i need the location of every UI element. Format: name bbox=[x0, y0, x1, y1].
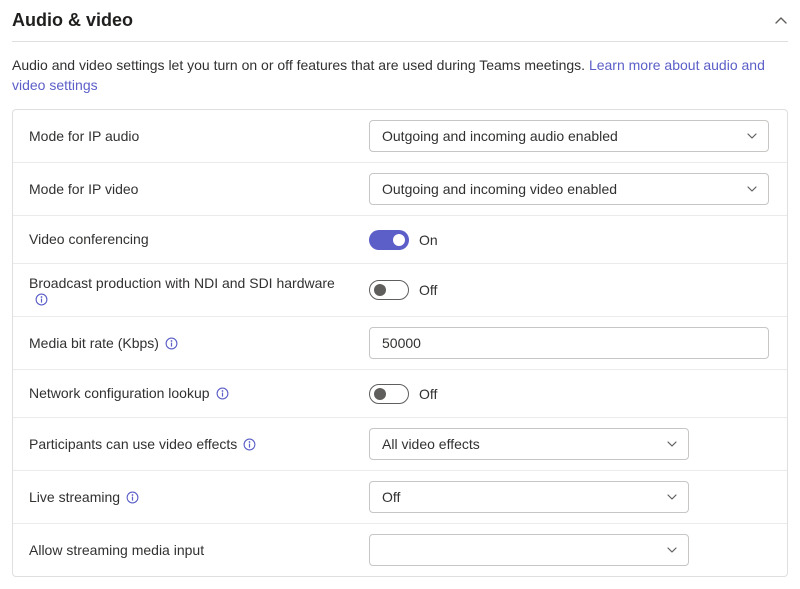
toggle-state-label: Off bbox=[419, 282, 437, 298]
select-streaming-media-input[interactable] bbox=[369, 534, 689, 566]
input-media-bit-rate[interactable] bbox=[369, 327, 769, 359]
chevron-up-icon[interactable] bbox=[774, 14, 788, 28]
label-broadcast-production: Broadcast production with NDI and SDI ha… bbox=[29, 274, 369, 306]
toggle-state-label: Off bbox=[419, 386, 437, 402]
select-value: Outgoing and incoming video enabled bbox=[382, 181, 617, 197]
select-value: All video effects bbox=[382, 436, 480, 452]
info-icon[interactable] bbox=[126, 491, 139, 504]
select-live-streaming[interactable]: Off bbox=[369, 481, 689, 513]
chevron-down-icon bbox=[666, 491, 678, 503]
row-ip-audio-mode: Mode for IP audio Outgoing and incoming … bbox=[13, 110, 787, 162]
section-intro: Audio and video settings let you turn on… bbox=[12, 56, 788, 95]
select-value: Off bbox=[382, 489, 400, 505]
select-video-effects[interactable]: All video effects bbox=[369, 428, 689, 460]
chevron-down-icon bbox=[746, 183, 758, 195]
row-media-bit-rate: Media bit rate (Kbps) bbox=[13, 316, 787, 369]
row-video-conferencing: Video conferencing On bbox=[13, 215, 787, 263]
chevron-down-icon bbox=[666, 438, 678, 450]
info-icon[interactable] bbox=[216, 387, 229, 400]
row-streaming-media-input: Allow streaming media input bbox=[13, 523, 787, 576]
chevron-down-icon bbox=[666, 544, 678, 556]
row-video-effects: Participants can use video effects All v… bbox=[13, 417, 787, 470]
select-ip-audio-mode[interactable]: Outgoing and incoming audio enabled bbox=[369, 120, 769, 152]
info-icon[interactable] bbox=[165, 337, 178, 350]
section-header: Audio & video bbox=[12, 6, 788, 42]
settings-panel: Mode for IP audio Outgoing and incoming … bbox=[12, 109, 788, 577]
select-ip-video-mode[interactable]: Outgoing and incoming video enabled bbox=[369, 173, 769, 205]
row-network-lookup: Network configuration lookup Off bbox=[13, 369, 787, 417]
toggle-video-conferencing[interactable] bbox=[369, 230, 409, 250]
label-video-conferencing: Video conferencing bbox=[29, 230, 369, 249]
row-live-streaming: Live streaming Off bbox=[13, 470, 787, 523]
label-media-bit-rate: Media bit rate (Kbps) bbox=[29, 334, 369, 353]
select-value: Outgoing and incoming audio enabled bbox=[382, 128, 618, 144]
toggle-broadcast-production[interactable] bbox=[369, 280, 409, 300]
section-title: Audio & video bbox=[12, 10, 133, 31]
info-icon[interactable] bbox=[243, 438, 256, 451]
label-live-streaming: Live streaming bbox=[29, 488, 369, 507]
info-icon[interactable] bbox=[35, 293, 48, 306]
chevron-down-icon bbox=[746, 130, 758, 142]
intro-text: Audio and video settings let you turn on… bbox=[12, 57, 589, 73]
label-video-effects: Participants can use video effects bbox=[29, 435, 369, 454]
row-ip-video-mode: Mode for IP video Outgoing and incoming … bbox=[13, 162, 787, 215]
label-network-lookup: Network configuration lookup bbox=[29, 384, 369, 403]
toggle-network-lookup[interactable] bbox=[369, 384, 409, 404]
toggle-state-label: On bbox=[419, 232, 438, 248]
label-streaming-media-input: Allow streaming media input bbox=[29, 541, 369, 560]
label-ip-audio-mode: Mode for IP audio bbox=[29, 127, 369, 146]
label-ip-video-mode: Mode for IP video bbox=[29, 180, 369, 199]
row-broadcast-production: Broadcast production with NDI and SDI ha… bbox=[13, 263, 787, 316]
